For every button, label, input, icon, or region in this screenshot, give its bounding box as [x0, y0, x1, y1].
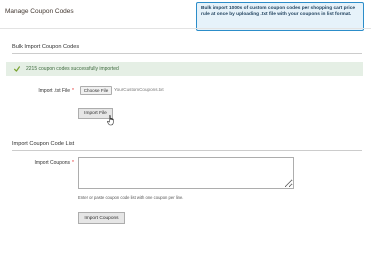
- coupon-list-textarea[interactable]: [78, 157, 294, 189]
- import-file-label-text: Import .txt File: [38, 88, 71, 94]
- bulk-import-section-title: Bulk Import Coupon Codes: [12, 44, 80, 50]
- manage-coupon-codes-page: Manage Coupon Codes Bulk import 1000s of…: [0, 0, 371, 270]
- import-coupons-label: Import Coupons *: [20, 160, 74, 166]
- hand-cursor-icon: [107, 113, 115, 126]
- import-coupons-button[interactable]: Import Coupons: [78, 212, 125, 224]
- success-message-text: 2215 coupon codes successfully imported: [26, 66, 119, 72]
- page-title: Manage Coupon Codes: [5, 8, 74, 15]
- header-divider: [0, 28, 371, 29]
- required-marker: *: [72, 160, 74, 166]
- check-icon: [14, 66, 20, 72]
- import-coupons-label-text: Import Coupons: [34, 160, 71, 166]
- feature-callout: Bulk import 1000s of custom coupon codes…: [196, 2, 364, 31]
- import-list-section-rule: [12, 150, 362, 151]
- success-message: 2215 coupon codes successfully imported: [6, 62, 363, 76]
- choose-file-button[interactable]: Choose File: [80, 86, 112, 95]
- import-list-section-title: Import Coupon Code List: [12, 141, 75, 147]
- import-file-label: Import .txt File *: [20, 88, 74, 94]
- bulk-import-section-rule: [12, 53, 362, 54]
- coupon-list-note: Enter or paste coupon code list with one…: [78, 195, 184, 200]
- selected-file-name: YourCustomCoupons.txt: [114, 87, 164, 92]
- required-marker: *: [72, 88, 74, 94]
